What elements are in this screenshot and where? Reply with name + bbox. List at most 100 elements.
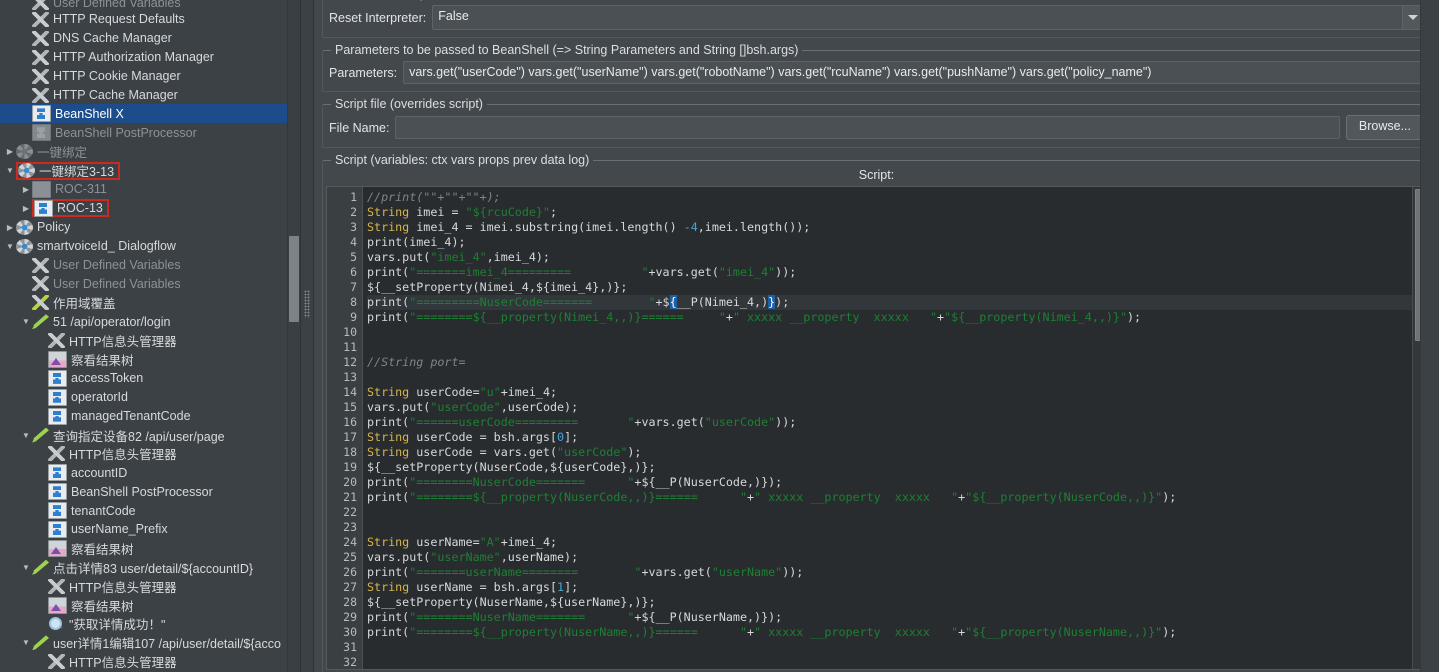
tree-item-content: accessToken bbox=[48, 369, 143, 387]
script-code-area[interactable]: //print(""+""+""+); String imei = "${rcuC… bbox=[363, 187, 1426, 669]
twisty-expanded-icon[interactable]: ▼ bbox=[20, 563, 32, 572]
script-editor[interactable]: 1 2 3 4 5 6 7 8 9 10 11 12 13 14 15 16 17 18 19 20 21 22 23 24 2… bbox=[326, 186, 1427, 670]
tree-item-22[interactable]: managedTenantCode bbox=[0, 407, 300, 426]
code-line[interactable] bbox=[367, 505, 1426, 520]
code-line[interactable]: String imei_4 = imei.substring(imei.leng… bbox=[367, 220, 1426, 235]
tree-item-26[interactable]: BeanShell PostProcessor bbox=[0, 482, 300, 501]
tree-item-28[interactable]: userName_Prefix bbox=[0, 520, 300, 539]
code-line[interactable]: print("=======userName======== "+vars.ge… bbox=[367, 565, 1426, 580]
line-number: 14 bbox=[343, 385, 357, 399]
tree-item-4[interactable]: HTTP Cookie Manager bbox=[0, 67, 300, 86]
tree-item-8[interactable]: ▶ 一键绑定 bbox=[0, 142, 300, 161]
code-line[interactable] bbox=[367, 325, 1426, 340]
reset-interpreter-select[interactable]: False bbox=[432, 5, 1424, 30]
tree-item-16[interactable]: 作用域覆盖 bbox=[0, 293, 300, 312]
tree-item-9[interactable]: ▼ 一键绑定3-13 bbox=[0, 161, 300, 180]
tree-item-21[interactable]: operatorId bbox=[0, 388, 300, 407]
tree-item-content: tenantCode bbox=[48, 502, 136, 520]
tree-item-7[interactable]: BeanShell PostProcessor bbox=[0, 123, 300, 142]
tree-item-34[interactable]: ▼ user详情1编辑107 /api/user/detail/${acco bbox=[0, 633, 300, 652]
tree-item-0[interactable]: User Defined Variables bbox=[0, 0, 300, 10]
code-line[interactable] bbox=[367, 370, 1426, 385]
tree-item-11[interactable]: ▶ ROC-13 bbox=[0, 199, 300, 218]
twisty-expanded-icon[interactable]: ▼ bbox=[4, 242, 16, 251]
code-line[interactable]: print(imei_4); bbox=[367, 235, 1426, 250]
code-line[interactable]: String userName = bsh.args[1]; bbox=[367, 580, 1426, 595]
tree-item-17[interactable]: ▼ 51 /api/operator/login bbox=[0, 312, 300, 331]
sidebar-scrollbar-track[interactable] bbox=[287, 0, 300, 672]
tree-item-14[interactable]: User Defined Variables bbox=[0, 256, 300, 275]
tree-item-33[interactable]: "获取详情成功！" bbox=[0, 615, 300, 634]
code-line[interactable]: print("========${__property(NuserName,,)… bbox=[367, 625, 1426, 640]
code-line[interactable] bbox=[367, 655, 1426, 669]
twisty-collapsed-icon[interactable]: ▶ bbox=[4, 223, 16, 232]
tree-item-10[interactable]: ▶ ROC-311 bbox=[0, 180, 300, 199]
line-number: 3 bbox=[350, 220, 357, 234]
code-line[interactable]: vars.put("userName",userName); bbox=[367, 550, 1426, 565]
file-name-input[interactable] bbox=[395, 116, 1340, 139]
twisty-expanded-icon[interactable]: ▼ bbox=[20, 638, 32, 647]
code-line[interactable] bbox=[367, 340, 1426, 355]
twisty-expanded-icon[interactable]: ▼ bbox=[20, 317, 32, 326]
code-line[interactable] bbox=[367, 520, 1426, 535]
outer-scroll-rail[interactable] bbox=[1420, 0, 1439, 672]
twisty-expanded-icon[interactable]: ▼ bbox=[20, 431, 32, 440]
tree-item-15[interactable]: User Defined Variables bbox=[0, 274, 300, 293]
code-line[interactable]: String userCode="u"+imei_4; bbox=[367, 385, 1426, 400]
code-line[interactable]: vars.put("imei_4",imei_4); bbox=[367, 250, 1426, 265]
parameters-input[interactable]: vars.get("userCode") vars.get("userName"… bbox=[403, 61, 1424, 84]
tree-item-35[interactable]: HTTP信息头管理器 bbox=[0, 652, 300, 671]
tree-item-32[interactable]: 察看结果树 bbox=[0, 596, 300, 615]
tree-item-13[interactable]: ▼ smartvoiceId_ Dialogflow bbox=[0, 237, 300, 256]
twisty-collapsed-icon[interactable]: ▶ bbox=[20, 185, 32, 194]
tree-item-content: user详情1编辑107 /api/user/detail/${acco bbox=[32, 633, 281, 652]
code-line[interactable]: print("=========NuserCode======= "+${__P… bbox=[367, 295, 1426, 310]
tree-item-18[interactable]: HTTP信息头管理器 bbox=[0, 331, 300, 350]
tree-item-content: 一键绑定 bbox=[16, 142, 87, 161]
tree-item-20[interactable]: accessToken bbox=[0, 369, 300, 388]
code-line[interactable]: ${__setProperty(NuserCode,${userCode},)}… bbox=[367, 460, 1426, 475]
code-line[interactable]: print("========${__property(NuserCode,,)… bbox=[367, 490, 1426, 505]
code-line[interactable]: String userCode = bsh.args[0]; bbox=[367, 430, 1426, 445]
tree-item-content: User Defined Variables bbox=[32, 257, 181, 273]
tree-item-23[interactable]: ▼ 查询指定设备82 /api/user/page bbox=[0, 426, 300, 445]
code-line[interactable]: print("======userCode========= "+vars.ge… bbox=[367, 415, 1426, 430]
code-line[interactable]: ${__setProperty(NuserName,${userName},)}… bbox=[367, 595, 1426, 610]
tree-item-19[interactable]: 察看结果树 bbox=[0, 350, 300, 369]
tree-item-6[interactable]: BeanShell X bbox=[0, 104, 300, 124]
tree-item-2[interactable]: DNS Cache Manager bbox=[0, 29, 300, 48]
tree-item-25[interactable]: accountID bbox=[0, 463, 300, 482]
code-line[interactable]: print("========NuserName======= "+${__P(… bbox=[367, 610, 1426, 625]
tree-item-29[interactable]: 察看结果树 bbox=[0, 539, 300, 558]
config-element-green-icon bbox=[32, 295, 49, 311]
test-plan-tree[interactable]: User Defined Variables HTTP Request Defau… bbox=[0, 0, 300, 672]
tree-item-31[interactable]: HTTP信息头管理器 bbox=[0, 577, 300, 596]
splitter-grip-icon[interactable] bbox=[304, 290, 310, 318]
code-line[interactable]: vars.put("userCode",userCode); bbox=[367, 400, 1426, 415]
code-line[interactable]: print("========${__property(Nimei_4,,)}=… bbox=[367, 310, 1426, 325]
tree-item-5[interactable]: HTTP Cache Manager bbox=[0, 86, 300, 105]
code-line[interactable]: //String port= bbox=[367, 355, 1426, 370]
tree-item-27[interactable]: tenantCode bbox=[0, 501, 300, 520]
code-line[interactable]: print("========NuserCode======= "+${__P(… bbox=[367, 475, 1426, 490]
twisty-collapsed-icon[interactable]: ▶ bbox=[20, 204, 32, 213]
tree-item-12[interactable]: ▶ Policy bbox=[0, 218, 300, 237]
tree-item-3[interactable]: HTTP Authorization Manager bbox=[0, 48, 300, 67]
tree-list[interactable]: User Defined Variables HTTP Request Defau… bbox=[0, 0, 300, 671]
code-line[interactable] bbox=[367, 640, 1426, 655]
code-line[interactable]: String imei = "${rcuCode}"; bbox=[367, 205, 1426, 220]
sidebar-scrollbar-thumb[interactable] bbox=[289, 236, 299, 322]
sampler-icon bbox=[32, 314, 49, 330]
code-line[interactable]: ${__setProperty(Nimei_4,${imei_4},)}; bbox=[367, 280, 1426, 295]
twisty-collapsed-icon[interactable]: ▶ bbox=[4, 147, 16, 156]
code-line[interactable]: String userCode = vars.get("userCode"); bbox=[367, 445, 1426, 460]
code-line[interactable]: print("=======imei_4========= "+vars.get… bbox=[367, 265, 1426, 280]
code-line[interactable]: String userName="A"+imei_4; bbox=[367, 535, 1426, 550]
tree-item-30[interactable]: ▼ 点击详情83 user/detail/${accountID} bbox=[0, 558, 300, 577]
code-line[interactable]: //print(""+""+""+); bbox=[367, 190, 1426, 205]
browse-button[interactable]: Browse... bbox=[1345, 115, 1424, 140]
tree-item-24[interactable]: HTTP信息头管理器 bbox=[0, 444, 300, 463]
tree-item-1[interactable]: HTTP Request Defaults bbox=[0, 10, 300, 29]
panel-splitter[interactable] bbox=[300, 0, 314, 672]
twisty-expanded-icon[interactable]: ▼ bbox=[4, 166, 16, 175]
